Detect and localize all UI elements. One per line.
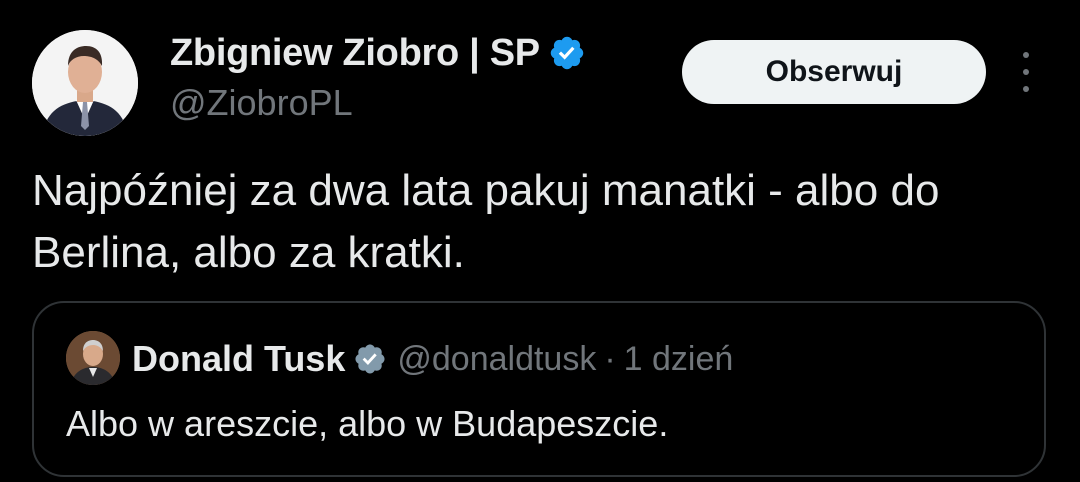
author-display-name[interactable]: Zbigniew Ziobro | SP <box>170 32 540 75</box>
dot <box>1023 86 1029 92</box>
author-info: Zbigniew Ziobro | SP @ZiobroPL <box>170 28 586 124</box>
quote-author-avatar[interactable] <box>66 331 120 385</box>
author-avatar[interactable] <box>32 30 138 136</box>
dot <box>1023 69 1029 75</box>
follow-button[interactable]: Obserwuj <box>682 40 986 104</box>
author-name-row: Zbigniew Ziobro | SP <box>170 28 586 78</box>
quote-author-name[interactable]: Donald Tusk <box>132 338 345 380</box>
separator-dot: · <box>604 339 616 378</box>
more-vertical-icon[interactable] <box>1014 52 1038 92</box>
tweet-text: Najpóźniej za dwa lata pakuj manatki - a… <box>32 166 940 277</box>
quote-timestamp[interactable]: 1 dzień <box>624 340 734 379</box>
tweet: Zbigniew Ziobro | SP @ZiobroPL Obserwuj … <box>0 0 1080 482</box>
quote-author-handle[interactable]: @donaldtusk <box>397 340 596 379</box>
quote-text: Albo w areszcie, albo w Budapeszcie. <box>66 403 669 444</box>
author-handle[interactable]: @ZiobroPL <box>170 82 586 124</box>
quoted-tweet[interactable]: Donald Tusk @donaldtusk · 1 dzień Albo w… <box>32 301 1046 477</box>
dot <box>1023 52 1029 58</box>
person-avatar-icon <box>66 331 120 385</box>
verified-badge-icon[interactable] <box>353 342 387 376</box>
verified-badge-icon[interactable] <box>548 34 586 72</box>
quote-header: Donald Tusk @donaldtusk · 1 dzień <box>132 333 733 385</box>
person-in-suit-avatar-icon <box>32 30 138 136</box>
